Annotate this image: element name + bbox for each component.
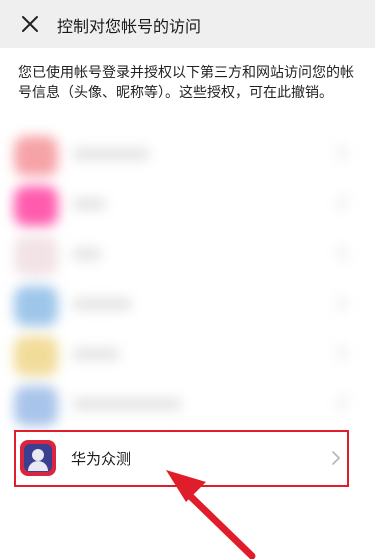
top-bar: 控制对您帐号的访问 <box>0 0 375 48</box>
app-icon <box>14 386 58 426</box>
app-icon <box>14 236 58 276</box>
close-button[interactable] <box>16 10 44 38</box>
list-item[interactable] <box>0 178 375 228</box>
list-item[interactable] <box>0 228 375 278</box>
description-text: 您已使用帐号登录并授权以下第三方和网站访问您的帐号信息（头像、昵称等）。这些授权… <box>18 65 354 101</box>
list-item[interactable] <box>0 278 375 328</box>
app-icon <box>14 286 58 326</box>
app-icon <box>14 336 58 376</box>
app-icon <box>14 186 58 226</box>
authorized-app-list <box>0 128 375 428</box>
page-title: 控制对您帐号的访问 <box>57 17 202 36</box>
list-item[interactable] <box>0 328 375 378</box>
list-item[interactable] <box>0 378 375 428</box>
app-icon <box>14 136 58 176</box>
highlight-box <box>14 430 349 487</box>
list-item[interactable] <box>0 128 375 178</box>
close-icon <box>22 16 38 32</box>
